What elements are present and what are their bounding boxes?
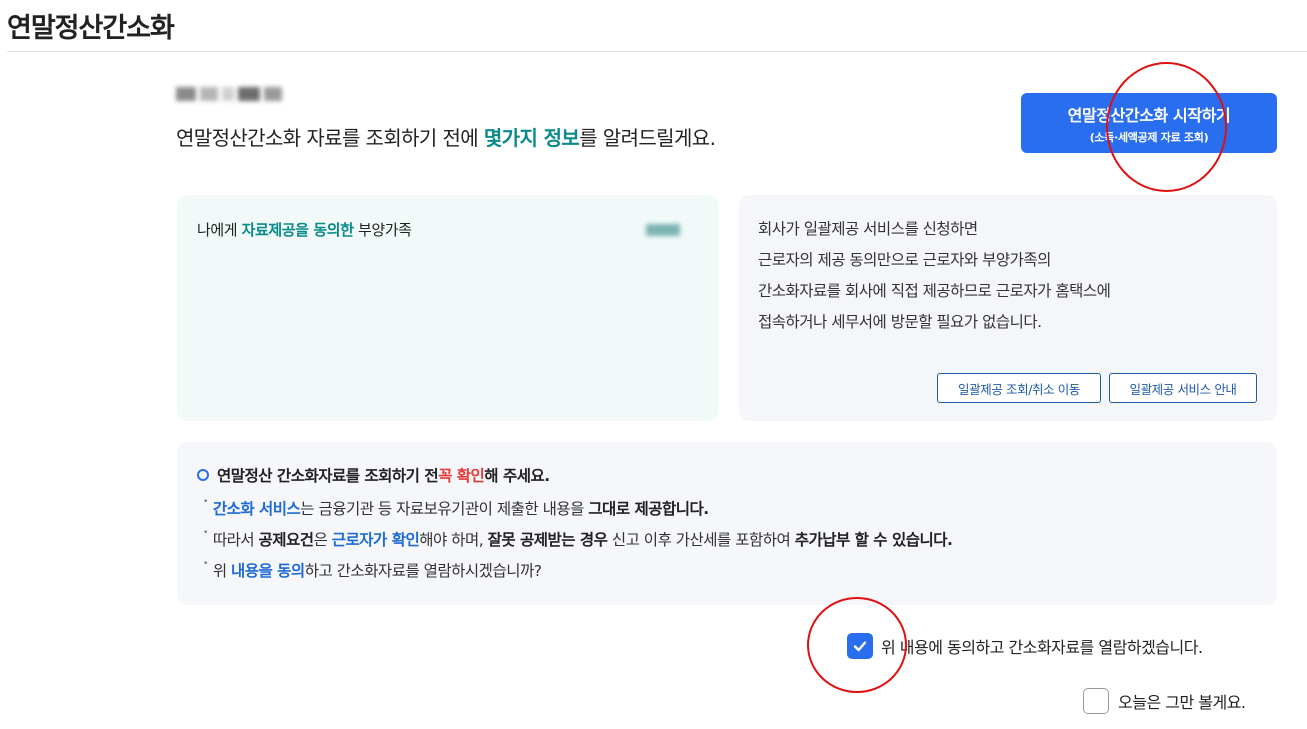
card-title-highlight: 자료제공을 동의한 — [241, 221, 354, 239]
notice-head-after: 해 주세요. — [484, 467, 550, 485]
bulk-provision-card: 회사가 일괄제공 서비스를 신청하면 근로자의 제공 동의만으로 근로자와 부양… — [739, 195, 1277, 421]
bulk-inquiry-cancel-button[interactable]: 일괄제공 조회/취소 이동 — [937, 373, 1101, 403]
notice-text: 위 — [212, 562, 231, 580]
agree-label: 위 내용에 동의하고 간소화자료를 열람하겠습니다. — [881, 637, 1203, 657]
intro-highlight: 몇가지 정보 — [483, 126, 580, 150]
notice-bold: 그대로 제공합니다. — [588, 500, 709, 518]
start-simplified-button[interactable]: 연말정산간소화 시작하기 (소득·세액공제 자료 조회) — [1021, 93, 1277, 153]
notice-emphasis: 내용을 동의 — [231, 562, 305, 580]
start-button-sublabel: (소득·세액공제 자료 조회) — [1089, 130, 1209, 144]
consented-dependents-card: 나에게 자료제공을 동의한 부양가족 — [177, 195, 718, 421]
bullet-dot-icon: • — [203, 559, 208, 569]
hide-today-checkbox[interactable] — [1083, 687, 1109, 714]
bulk-provision-description: 회사가 일괄제공 서비스를 신청하면 근로자의 제공 동의만으로 근로자와 부양… — [758, 214, 1111, 338]
description-line: 접속하거나 세무서에 방문할 필요가 없습니다. — [758, 313, 1042, 331]
notice-head-before: 연말정산 간소화자료를 조회하기 전 — [217, 467, 439, 485]
bulk-service-guide-button[interactable]: 일괄제공 서비스 안내 — [1109, 373, 1257, 403]
notice-box: 연말정산 간소화자료를 조회하기 전 꼭 확인 해 주세요. • 간소화 서비스는 … — [177, 442, 1277, 605]
intro-text: 연말정산간소화 자료를 조회하기 전에 몇가지 정보를 알려드릴게요. — [176, 122, 716, 151]
dependents-count-blurred — [633, 219, 693, 241]
notice-bold: 공제요건 — [258, 531, 315, 549]
notice-bold: 잘못 공제받는 경우 — [487, 531, 608, 549]
notice-text: 하고 간소화자료를 열람하시겠습니까? — [304, 562, 542, 580]
start-button-label: 연말정산간소화 시작하기 — [1067, 105, 1231, 125]
card-title-before: 나에게 — [197, 221, 242, 239]
agree-checkbox-row[interactable]: 위 내용에 동의하고 간소화자료를 열람하겠습니다. — [847, 632, 1203, 659]
bullet-dot-icon: • — [203, 528, 208, 538]
hide-today-row[interactable]: 오늘은 그만 볼게요. — [1083, 687, 1246, 714]
notice-line-3: • 위 내용을 동의하고 간소화자료를 열람하시겠습니까? — [203, 559, 542, 581]
description-line: 근로자의 제공 동의만으로 근로자와 부양가족의 — [758, 251, 1051, 269]
agree-checkbox[interactable] — [847, 632, 873, 659]
page-title: 연말정산간소화 — [7, 13, 175, 44]
user-name-blurred — [176, 80, 288, 108]
title-divider — [7, 51, 1307, 52]
notice-line-1: • 간소화 서비스는 금융기관 등 자료보유기관이 제출한 내용을 그대로 제공합… — [203, 497, 709, 519]
notice-text: 따라서 — [212, 531, 259, 549]
notice-heading: 연말정산 간소화자료를 조회하기 전 꼭 확인 해 주세요. — [197, 464, 550, 486]
ring-icon — [197, 469, 209, 481]
intro-text-before: 연말정산간소화 자료를 조회하기 전에 — [176, 126, 484, 150]
bullet-dot-icon: • — [203, 497, 208, 507]
check-icon — [853, 640, 867, 651]
notice-text: 신고 이후 가산세를 포함하여 — [607, 531, 795, 549]
notice-bold: 추가납부 할 수 있습니다. — [794, 531, 953, 549]
notice-text: 는 금융기관 등 자료보유기관이 제출한 내용을 — [300, 500, 589, 518]
description-line: 회사가 일괄제공 서비스를 신청하면 — [758, 220, 978, 238]
notice-text: 해야 하며, — [419, 531, 488, 549]
card-title-after: 부양가족 — [353, 221, 412, 239]
notice-emphasis: 근로자가 확인 — [331, 531, 420, 549]
hide-today-label: 오늘은 그만 볼게요. — [1118, 692, 1246, 712]
consented-dependents-title: 나에게 자료제공을 동의한 부양가족 — [197, 219, 412, 240]
notice-text: 은 — [313, 531, 332, 549]
description-line: 간소화자료를 회사에 직접 제공하므로 근로자가 홈택스에 — [758, 282, 1111, 300]
notice-head-highlight: 꼭 확인 — [438, 467, 485, 485]
notice-emphasis: 간소화 서비스 — [212, 500, 301, 518]
notice-line-2: • 따라서 공제요건은 근로자가 확인해야 하며, 잘못 공제받는 경우 신고 이… — [203, 528, 953, 550]
intro-text-after: 를 알려드릴게요. — [579, 126, 716, 150]
